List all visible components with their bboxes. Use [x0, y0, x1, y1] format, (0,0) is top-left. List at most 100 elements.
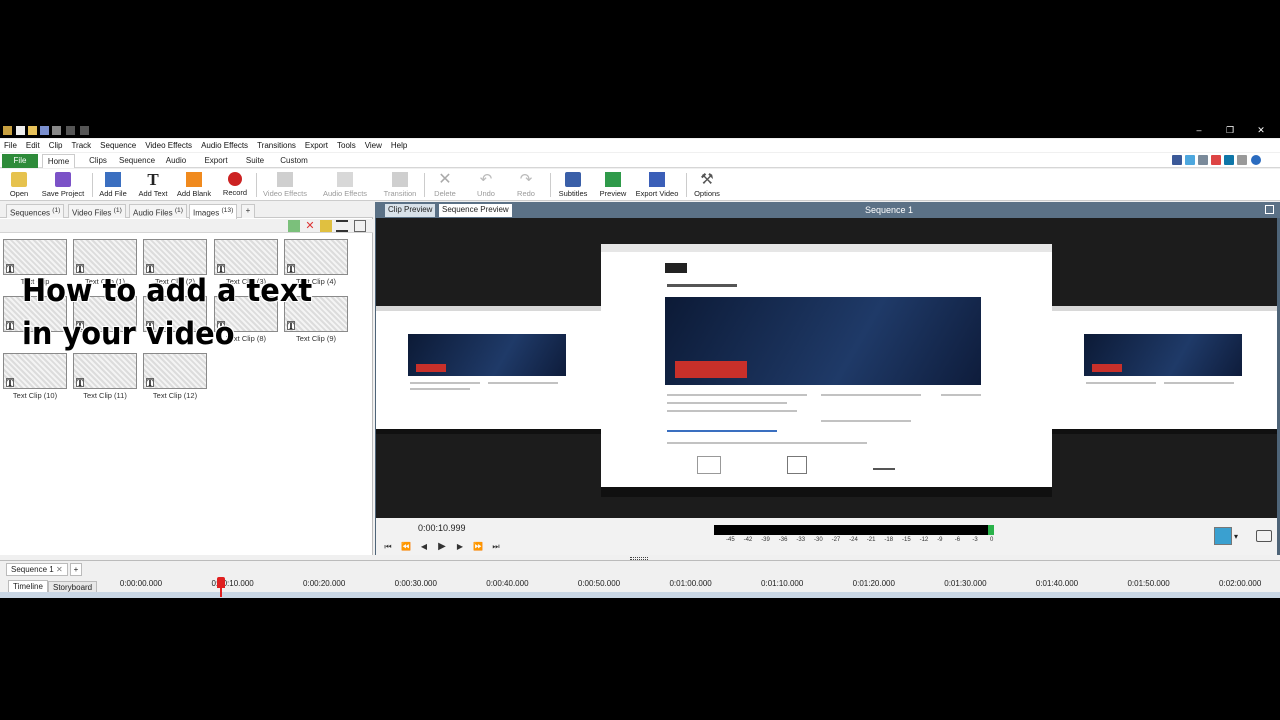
split-view-icon[interactable] — [1214, 527, 1232, 545]
subtitles-button[interactable]: Subtitles — [556, 171, 590, 200]
qa-redo-icon[interactable] — [80, 126, 89, 135]
tab-file[interactable]: File — [2, 154, 38, 168]
sequence-title: Sequence 1 — [865, 205, 914, 215]
text-clip-item[interactable]: T — [73, 296, 137, 334]
text-clip-item[interactable]: T Text Clip (2) — [143, 239, 207, 286]
add-text-button[interactable]: T Add Text — [136, 171, 170, 200]
add-sequence-button[interactable]: + — [70, 563, 82, 576]
text-clip-item[interactable]: T Text Clip — [3, 239, 67, 286]
tab-clip-preview[interactable]: Clip Preview — [385, 204, 436, 217]
separator — [424, 173, 425, 197]
qa-undo2-icon[interactable] — [66, 126, 75, 135]
save-icon[interactable] — [40, 126, 49, 135]
resize-panel-icon[interactable] — [354, 220, 366, 232]
tab-sequence-1[interactable]: Sequence 1 ✕ — [6, 563, 68, 576]
list-view-icon[interactable] — [336, 220, 348, 232]
tab-sequence[interactable]: Sequence — [118, 154, 156, 168]
transition-button[interactable]: Transition — [380, 171, 420, 200]
new-project-icon[interactable] — [16, 126, 25, 135]
menu-tools[interactable]: Tools — [337, 141, 356, 150]
facebook-icon[interactable] — [1172, 155, 1182, 165]
text-clip-item[interactable]: T Text Clip (8) — [214, 296, 278, 343]
close-tab-icon[interactable]: ✕ — [56, 565, 63, 574]
tab-video-files[interactable]: Video Files (1) — [68, 204, 126, 218]
menu-sequence[interactable]: Sequence — [100, 141, 136, 150]
record-button[interactable]: Record — [218, 171, 252, 200]
save-project-button[interactable]: Save Project — [40, 171, 86, 200]
linkedin-icon[interactable] — [1224, 155, 1234, 165]
tab-audio[interactable]: Audio — [162, 154, 190, 168]
chevron-down-icon[interactable]: ▾ — [1234, 532, 1238, 541]
menu-file[interactable]: File — [4, 141, 17, 150]
tab-custom[interactable]: Custom — [278, 154, 310, 168]
text-clip-item[interactable]: T Text Clip (4) — [284, 239, 348, 286]
menu-edit[interactable]: Edit — [26, 141, 40, 150]
help-icon[interactable] — [1251, 155, 1261, 165]
add-blank-button[interactable]: Add Blank — [176, 171, 212, 200]
redo-button[interactable]: ↷ Redo — [512, 171, 540, 200]
menu-track[interactable]: Track — [71, 141, 91, 150]
splitter-handle[interactable] — [630, 557, 648, 560]
preview-button[interactable]: Preview — [598, 171, 628, 200]
video-effects-button[interactable]: Video Effects — [260, 171, 310, 200]
meter-scale-label: -45 — [726, 537, 735, 543]
share-icon[interactable] — [1198, 155, 1208, 165]
open-project-icon[interactable] — [28, 126, 37, 135]
add-bin-tab-button[interactable]: + — [241, 204, 255, 218]
tab-images[interactable]: Images (13) — [189, 204, 238, 219]
menu-view[interactable]: View — [365, 141, 382, 150]
text-clip-item[interactable]: T Text Clip (12) — [143, 353, 207, 400]
tab-sequences[interactable]: Sequences (1) — [6, 204, 65, 218]
undock-icon[interactable] — [1265, 205, 1274, 214]
text-clip-item[interactable]: T Text Clip (3) — [214, 239, 278, 286]
open-button[interactable]: Open — [4, 171, 34, 200]
minimize-button[interactable]: – — [1189, 125, 1209, 136]
delete-button[interactable]: ✕ Delete — [430, 171, 460, 200]
play-button[interactable]: ▶ — [434, 541, 450, 553]
more-icon[interactable] — [1237, 155, 1247, 165]
audio-effects-button[interactable]: Audio Effects — [320, 171, 370, 200]
menu-transitions[interactable]: Transitions — [257, 141, 296, 150]
options-button[interactable]: ⚒ Options — [692, 171, 722, 200]
prev-frame-button[interactable]: ⏪ — [398, 541, 414, 553]
video-viewer[interactable] — [376, 218, 1277, 518]
qa-undo-icon[interactable] — [52, 126, 61, 135]
tab-sequence-preview[interactable]: Sequence Preview — [439, 204, 512, 217]
skip-start-button[interactable]: ⏮ — [380, 541, 396, 553]
next-frame-button[interactable]: ⏩ — [470, 541, 486, 553]
snapshot-icon[interactable] — [1256, 530, 1272, 542]
text-clip-item[interactable]: T Text Clip (10) — [3, 353, 67, 400]
text-clip-item[interactable]: T — [143, 296, 207, 334]
restore-button[interactable]: ❐ — [1220, 125, 1240, 136]
text-clip-item[interactable]: T — [3, 296, 67, 334]
menu-video-effects[interactable]: Video Effects — [145, 141, 192, 150]
step-forward-button[interactable]: ▶ — [452, 541, 468, 553]
tab-export[interactable]: Export — [200, 154, 232, 168]
youtube-icon[interactable] — [1211, 155, 1221, 165]
undo-button[interactable]: ↶ Undo — [472, 171, 500, 200]
text-clip-item[interactable]: T Text Clip (11) — [73, 353, 137, 400]
menu-audio-effects[interactable]: Audio Effects — [201, 141, 248, 150]
text-clip-item[interactable]: T Text Clip (1) — [73, 239, 137, 286]
bin-delete-icon[interactable]: ✕ — [304, 220, 316, 232]
video-frame-left — [376, 306, 601, 434]
timeline-track-strip[interactable] — [0, 592, 1280, 598]
skip-end-button[interactable]: ⏭ — [488, 541, 504, 553]
text-clip-item[interactable]: T Text Clip (9) — [284, 296, 348, 343]
timeline-ruler[interactable]: 0:00:00.000 0:00:10.000 0:00:20.000 0:00:30… — [118, 577, 1280, 593]
tab-suite[interactable]: Suite — [242, 154, 268, 168]
menu-help[interactable]: Help — [391, 141, 407, 150]
close-button[interactable]: ✕ — [1251, 125, 1271, 136]
text-line — [821, 420, 911, 422]
twitter-icon[interactable] — [1185, 155, 1195, 165]
tab-clips[interactable]: Clips — [84, 154, 112, 168]
export-video-button[interactable]: Export Video — [634, 171, 680, 200]
add-file-button[interactable]: Add File — [96, 171, 130, 200]
tab-home[interactable]: Home — [42, 154, 75, 168]
bin-import-icon[interactable] — [288, 220, 300, 232]
step-back-button[interactable]: ◀ — [416, 541, 432, 553]
menu-export[interactable]: Export — [305, 141, 328, 150]
menu-clip[interactable]: Clip — [49, 141, 63, 150]
bin-add-icon[interactable] — [320, 220, 332, 232]
tab-audio-files[interactable]: Audio Files (1) — [129, 204, 187, 218]
